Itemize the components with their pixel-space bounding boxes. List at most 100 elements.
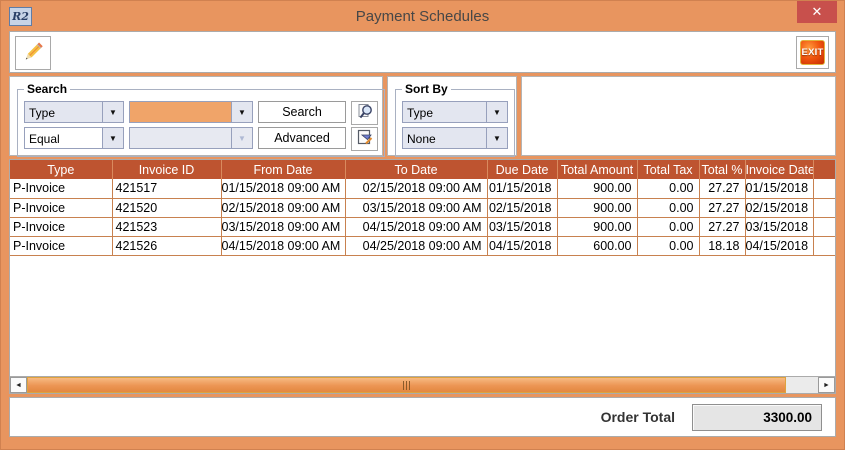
cell: 600.00 — [557, 236, 637, 255]
search-operator-dropdown[interactable]: Equal ▼ — [24, 127, 124, 149]
cell: 02/15/2018 — [745, 198, 813, 217]
cell: P-Invoice — [10, 198, 112, 217]
search-value2-dropdown: ▼ — [129, 127, 253, 149]
table-row[interactable]: P-Invoice42151701/15/2018 09:00 AM02/15/… — [10, 179, 835, 198]
cell: 04/15/2018 09:00 AM — [345, 217, 487, 236]
order-total-label: Order Total — [601, 409, 675, 425]
column-header-invoice-date[interactable]: Invoice Date — [745, 160, 813, 179]
chevron-down-icon[interactable]: ▼ — [486, 102, 507, 122]
payment-schedules-table: TypeInvoice IDFrom DateTo DateDue DateTo… — [10, 160, 835, 256]
search-group: Search Type ▼ ▼ Search — [17, 82, 385, 157]
scroll-left-icon: ◄ — [15, 382, 22, 389]
column-header-total-[interactable]: Total % — [699, 160, 745, 179]
toolbar: EXIT — [9, 31, 836, 73]
cell: 02/15/2018 — [487, 198, 557, 217]
search-value-text — [130, 102, 231, 122]
cell — [813, 236, 835, 255]
magnifier-page-icon — [356, 103, 374, 124]
search-panel: Search Type ▼ ▼ Search — [9, 76, 383, 156]
cell: 27.27 — [699, 217, 745, 236]
search-group-label: Search — [24, 82, 70, 96]
search-field-dropdown[interactable]: Type ▼ — [24, 101, 124, 123]
cell: 01/15/2018 — [745, 179, 813, 198]
sort-primary-dropdown[interactable]: Type ▼ — [402, 101, 508, 123]
column-header-type[interactable]: Type — [10, 160, 112, 179]
cell: 03/15/2018 09:00 AM — [221, 217, 345, 236]
filter-strip: Search Type ▼ ▼ Search — [9, 76, 836, 156]
sort-by-group: Sort By Type ▼ None ▼ — [395, 82, 515, 157]
app-logo-text: R2 — [12, 10, 29, 23]
sort-primary-value: Type — [403, 102, 486, 122]
cell: 421523 — [112, 217, 221, 236]
search-field-value: Type — [25, 102, 102, 122]
chevron-down-icon[interactable]: ▼ — [102, 102, 123, 122]
cell: 27.27 — [699, 179, 745, 198]
dialog-body: EXIT Search Type ▼ ▼ — [9, 31, 836, 437]
scroll-right-button[interactable]: ► — [818, 377, 835, 393]
chevron-down-icon[interactable]: ▼ — [231, 102, 252, 122]
close-icon: ✕ — [812, 4, 823, 20]
advanced-button[interactable]: Advanced — [258, 127, 346, 149]
search-value2-text — [130, 128, 231, 148]
cell: 03/15/2018 — [487, 217, 557, 236]
exit-button[interactable]: EXIT — [796, 36, 829, 69]
column-header-invoice-id[interactable]: Invoice ID — [112, 160, 221, 179]
cell: 04/25/2018 09:00 AM — [345, 236, 487, 255]
search-magnifier-button[interactable] — [351, 101, 378, 125]
search-button[interactable]: Search — [258, 101, 346, 123]
chevron-down-icon: ▼ — [231, 128, 252, 148]
cell: P-Invoice — [10, 217, 112, 236]
sort-by-group-label: Sort By — [402, 82, 451, 96]
cell: 18.18 — [699, 236, 745, 255]
chevron-down-icon[interactable]: ▼ — [102, 128, 123, 148]
cell: 04/15/2018 09:00 AM — [221, 236, 345, 255]
column-header-due-date[interactable]: Due Date — [487, 160, 557, 179]
cell — [813, 179, 835, 198]
horizontal-scrollbar[interactable]: ◄ ► — [10, 376, 835, 393]
search-operator-value: Equal — [25, 128, 102, 148]
cell: 421517 — [112, 179, 221, 198]
column-header-to-date[interactable]: To Date — [345, 160, 487, 179]
footer-panel: Order Total 3300.00 — [9, 397, 836, 437]
scroll-left-button[interactable]: ◄ — [10, 377, 27, 393]
column-header-f[interactable]: F — [813, 160, 835, 179]
table-row[interactable]: P-Invoice42152303/15/2018 09:00 AM04/15/… — [10, 217, 835, 236]
table-row[interactable]: P-Invoice42152002/15/2018 09:00 AM03/15/… — [10, 198, 835, 217]
search-value-dropdown[interactable]: ▼ — [129, 101, 253, 123]
table-row[interactable]: P-Invoice42152604/15/2018 09:00 AM04/25/… — [10, 236, 835, 255]
cell: 03/15/2018 — [745, 217, 813, 236]
cell: 900.00 — [557, 198, 637, 217]
cell — [813, 217, 835, 236]
cell: 421520 — [112, 198, 221, 217]
schedules-table-panel: TypeInvoice IDFrom DateTo DateDue DateTo… — [9, 159, 836, 394]
payment-schedules-window: R2 Payment Schedules ✕ — [0, 0, 845, 450]
edit-button[interactable] — [15, 36, 51, 70]
cell: 01/15/2018 — [487, 179, 557, 198]
window-title: Payment Schedules — [1, 8, 844, 25]
sort-secondary-dropdown[interactable]: None ▼ — [402, 127, 508, 149]
column-header-from-date[interactable]: From Date — [221, 160, 345, 179]
cell: P-Invoice — [10, 179, 112, 198]
titlebar[interactable]: R2 Payment Schedules ✕ — [1, 1, 844, 31]
cell: 02/15/2018 09:00 AM — [345, 179, 487, 198]
column-header-total-amount[interactable]: Total Amount — [557, 160, 637, 179]
scrollbar-grip-icon — [406, 381, 407, 390]
chevron-down-icon[interactable]: ▼ — [486, 128, 507, 148]
cell: 03/15/2018 09:00 AM — [345, 198, 487, 217]
scrollbar-thumb[interactable] — [27, 377, 786, 393]
page-filter-icon — [356, 129, 374, 150]
close-button[interactable]: ✕ — [797, 1, 837, 23]
exit-button-label: EXIT — [800, 40, 825, 65]
column-header-total-tax[interactable]: Total Tax — [637, 160, 699, 179]
cell: 02/15/2018 09:00 AM — [221, 198, 345, 217]
cell: 01/15/2018 09:00 AM — [221, 179, 345, 198]
sort-panel: Sort By Type ▼ None ▼ — [387, 76, 517, 156]
cell: 0.00 — [637, 179, 699, 198]
cell: 900.00 — [557, 217, 637, 236]
advanced-search-icon-button[interactable] — [351, 127, 378, 151]
scrollbar-track[interactable] — [27, 377, 818, 393]
cell: 0.00 — [637, 236, 699, 255]
app-logo-icon: R2 — [9, 7, 32, 26]
schedules-grid: TypeInvoice IDFrom DateTo DateDue DateTo… — [10, 160, 835, 376]
scroll-right-icon: ► — [823, 382, 830, 389]
